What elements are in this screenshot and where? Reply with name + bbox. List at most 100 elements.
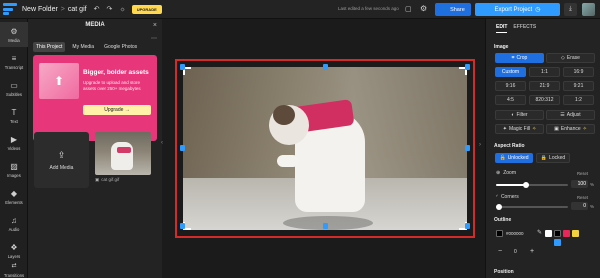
redo-icon[interactable]: ↷ xyxy=(106,5,112,13)
gear-media-icon: ⚙ xyxy=(10,26,18,36)
crop-button[interactable]: ⌗ Crop xyxy=(495,53,544,63)
resize-handle-tl[interactable] xyxy=(180,64,185,70)
tab-edit[interactable]: EDIT xyxy=(496,24,508,33)
crop-frame[interactable] xyxy=(175,59,475,238)
magic-fill-label: Magic Fill xyxy=(508,126,531,132)
tab-my-media[interactable]: My Media xyxy=(69,42,97,52)
add-media-label: Add Media xyxy=(49,164,74,171)
rail-item-transitions[interactable]: ⇄ Transitions xyxy=(0,262,28,278)
resize-handle-left[interactable] xyxy=(180,145,185,151)
rail-item-label: Layers xyxy=(7,253,21,259)
ratio-9-16-button[interactable]: 9:16 xyxy=(495,81,526,91)
transcript-icon: ≡ xyxy=(11,53,17,63)
share-button[interactable]: 👤 Share xyxy=(435,3,471,16)
color-swatch-black[interactable] xyxy=(554,230,561,237)
eyedropper-icon[interactable]: ✎ xyxy=(537,229,542,236)
zoom-slider-knob[interactable] xyxy=(523,182,529,188)
outline-width-value[interactable]: 0 xyxy=(514,249,517,255)
erase-button[interactable]: ◇ Erase xyxy=(546,53,595,63)
media-file-name: ▣ cat gif.gif xyxy=(95,177,119,183)
zoom-value-input[interactable]: 100 xyxy=(571,180,588,188)
ratio-4-5-button[interactable]: 4:5 xyxy=(495,95,526,105)
color-swatch-blue[interactable] xyxy=(554,239,561,246)
logo-icon[interactable] xyxy=(3,3,17,15)
resize-handle-top[interactable] xyxy=(323,64,328,70)
promo-upgrade-button[interactable]: Upgrade → xyxy=(83,105,151,115)
plus-icon[interactable]: + xyxy=(530,248,534,255)
resize-handle-right[interactable] xyxy=(465,145,470,151)
ratio-16-9-button[interactable]: 16:9 xyxy=(563,67,594,77)
corners-slider-knob[interactable] xyxy=(496,204,502,210)
upgrade-button[interactable]: UPGRADE xyxy=(131,4,162,14)
rail-item-elements[interactable]: ◆ Elements xyxy=(0,184,28,209)
rail-item-label: Audio xyxy=(8,226,20,232)
zoom-reset-button[interactable]: Reset xyxy=(577,171,588,176)
zoom-slider-fill xyxy=(496,184,526,186)
last-edited-status: Last edited a few seconds ago xyxy=(338,6,399,11)
minus-icon[interactable]: − xyxy=(498,248,502,255)
rail-item-videos[interactable]: ▶ Videos xyxy=(0,130,28,155)
export-project-button[interactable]: Export Project ◷ xyxy=(475,3,560,16)
video-icon: ▶ xyxy=(10,134,18,144)
outline-color-value[interactable]: #000000 xyxy=(506,231,524,236)
promo-title: Bigger, bolder assets xyxy=(83,69,149,76)
tab-google-photos[interactable]: Google Photos xyxy=(101,42,140,52)
outline-color-swatch[interactable] xyxy=(496,230,503,237)
breadcrumb-folder[interactable]: New Folder xyxy=(22,6,58,13)
resize-handle-tr[interactable] xyxy=(465,64,470,70)
more-icon[interactable]: ⋯ xyxy=(151,35,157,42)
rail-item-layers[interactable]: ❖ Layers xyxy=(0,238,28,263)
project-title[interactable]: cat gif xyxy=(68,6,87,13)
sun-icon[interactable]: ☼ xyxy=(119,6,125,13)
rail-item-subtitles[interactable]: ▭ Subtitles xyxy=(0,76,28,101)
gear-icon[interactable]: ⚙ xyxy=(420,4,427,13)
close-icon[interactable]: × xyxy=(153,22,157,29)
corners-slider[interactable] xyxy=(496,204,568,210)
corners-reset-button[interactable]: Reset xyxy=(577,195,588,200)
resize-handle-bottom[interactable] xyxy=(323,223,328,229)
collapse-right-icon[interactable]: › xyxy=(479,142,481,148)
rail-item-media[interactable]: ⚙ Media xyxy=(0,22,28,47)
ratio-820-312-button[interactable]: 820:312 xyxy=(529,95,560,105)
ratio-21-9-button[interactable]: 21:9 xyxy=(529,81,560,91)
tab-this-project[interactable]: This Project xyxy=(33,42,66,52)
rail-item-label: Videos xyxy=(7,145,21,151)
locked-button[interactable]: 🔒 Locked xyxy=(536,153,570,163)
ratio-1-1-button[interactable]: 1:1 xyxy=(529,67,560,77)
magic-fill-button[interactable]: ✦ Magic Fill ✧ xyxy=(495,124,544,134)
avatar[interactable] xyxy=(582,3,595,16)
ratio-1-2-button[interactable]: 1:2 xyxy=(563,95,594,105)
add-media-button[interactable]: ⇪ Add Media xyxy=(34,132,89,188)
media-thumbnail[interactable] xyxy=(95,132,151,175)
gif-file-icon: ▣ xyxy=(95,177,100,182)
rail-item-label: Text xyxy=(10,118,18,124)
video-preview[interactable] xyxy=(183,67,467,230)
color-swatch-pink[interactable] xyxy=(563,230,570,237)
ratio-9-21-button[interactable]: 9:21 xyxy=(563,81,594,91)
resize-handle-bl[interactable] xyxy=(180,223,185,229)
color-swatch-white[interactable] xyxy=(545,230,552,237)
enhance-button[interactable]: ▣ Enhance ✧ xyxy=(546,124,595,134)
corners-value-input[interactable]: 0 xyxy=(571,202,588,210)
ratio-custom-button[interactable]: Custom xyxy=(495,67,526,77)
collapse-left-icon[interactable]: ‹ xyxy=(161,140,163,146)
unlocked-button[interactable]: 🔓 Unlocked xyxy=(495,153,533,163)
undo-icon[interactable]: ↶ xyxy=(94,5,100,13)
color-swatch-yellow[interactable] xyxy=(572,230,579,237)
zoom-unit: % xyxy=(590,182,595,187)
rail-item-text[interactable]: T Text xyxy=(0,103,28,128)
tab-effects[interactable]: EFFECTS xyxy=(513,24,536,33)
adjust-button[interactable]: ☰ Adjust xyxy=(546,110,595,120)
zoom-slider[interactable] xyxy=(496,182,568,188)
crop-icon: ⌗ xyxy=(511,55,515,61)
locked-label: Locked xyxy=(549,155,566,161)
rail-item-audio[interactable]: ♫ Audio xyxy=(0,211,28,236)
rail-item-label: Media xyxy=(8,37,20,43)
download-icon[interactable]: ⤓ xyxy=(564,3,577,16)
rail-item-images[interactable]: ▨ Images xyxy=(0,157,28,182)
resize-handle-br[interactable] xyxy=(465,223,470,229)
rail-item-transcript[interactable]: ≡ Transcript xyxy=(0,49,28,74)
comment-icon[interactable]: ▢ xyxy=(405,5,412,13)
sparkle-icon: ✧ xyxy=(532,126,537,132)
filter-button[interactable]: ◐ Filter xyxy=(495,110,544,120)
